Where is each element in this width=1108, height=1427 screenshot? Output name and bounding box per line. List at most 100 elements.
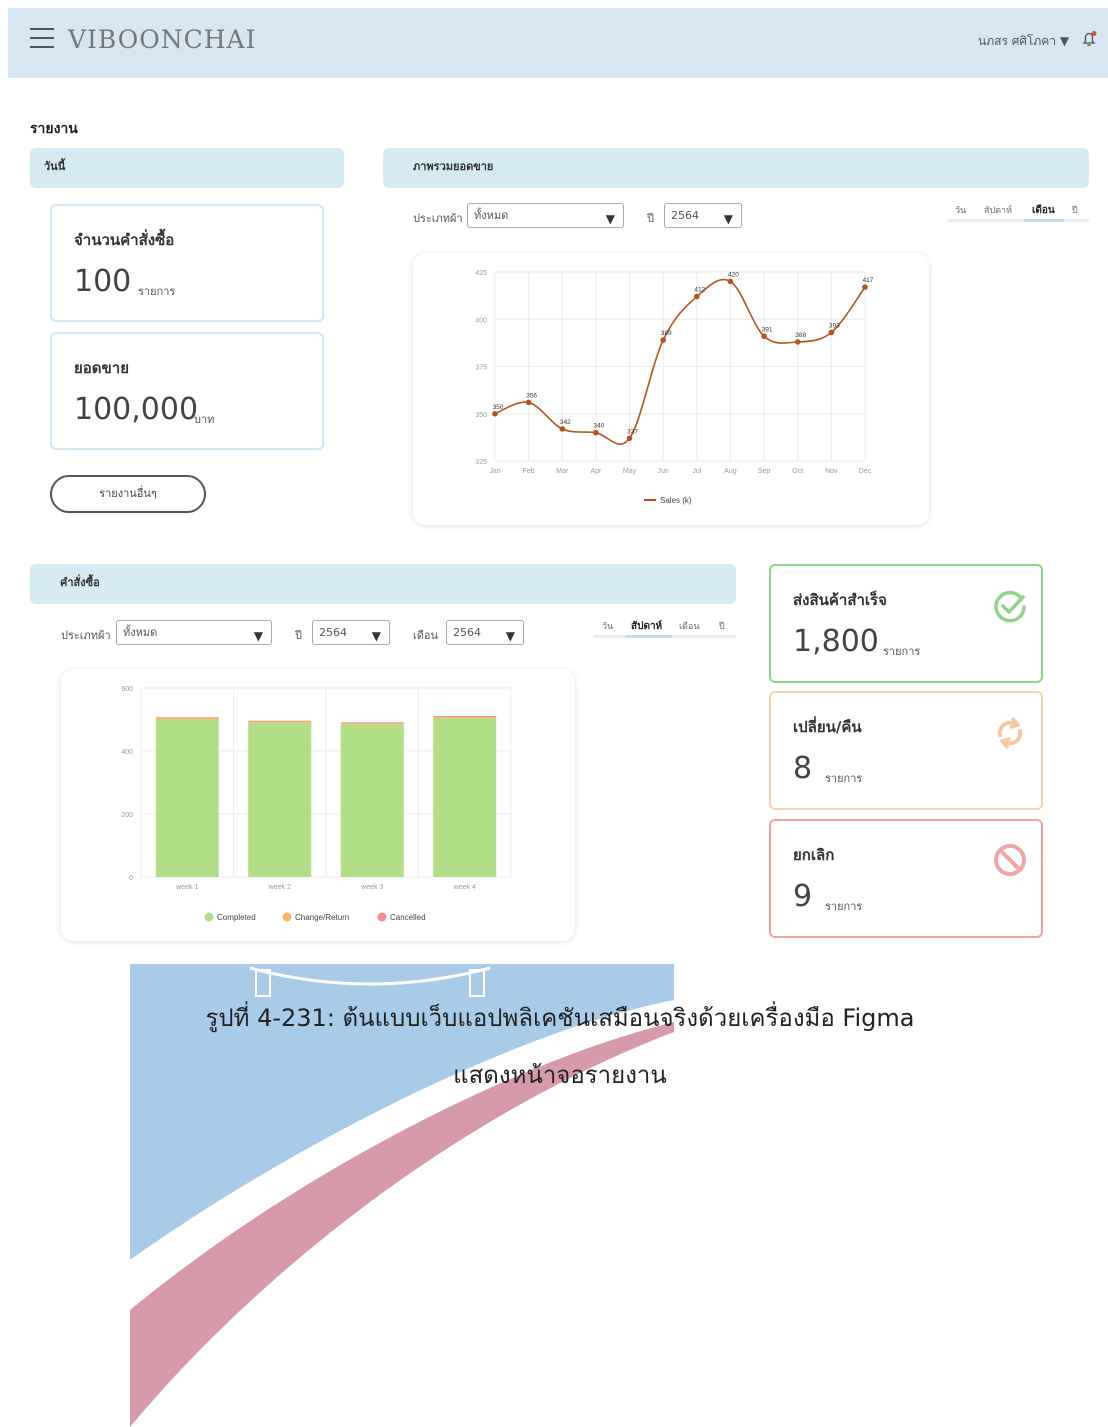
x-tick-label: week 2 [268,884,291,891]
orders-month-value: 2564 [453,626,481,639]
cancel-unit: รายการ [825,900,863,913]
y-tick-label: 375 [475,365,487,372]
sales-period-day[interactable]: วัน [955,203,966,217]
y-tick-label: 600 [121,686,133,693]
sales-period-year[interactable]: ปี [1072,203,1078,217]
sales-category-label: ประเภทผ้า [413,212,463,225]
sales-data-point [862,284,868,290]
bar-segment [340,724,404,877]
return-value: 8 [793,751,813,786]
x-tick-label: Jul [692,468,701,475]
bar-segment [155,718,219,720]
data-label: 420 [728,271,739,278]
x-tick-label: week 4 [453,884,476,891]
sales-data-point [593,429,599,436]
sales-amount-label: ยอดขาย [74,359,130,377]
delivered-status-card: ส่งสินค้าสำเร็จ 1,800 รายการ [769,564,1043,683]
legend-swatch [204,912,214,922]
sales-data-point [660,337,666,343]
return-label: เปลี่ยน/คืน [793,718,862,736]
sales-data-point [727,278,734,285]
sales-category-value: ทั้งหมด [474,209,509,222]
orders-count-card: จำนวนคำสั่งซื้อ 100 รายการ [50,204,324,322]
other-reports-button[interactable]: รายงานอื่นๆ [50,475,206,513]
data-label: 412 [694,287,705,294]
bar-segment [433,717,497,877]
orders-period-month[interactable]: เดือน [679,619,699,633]
dropdown-arrow-icon: ▼ [253,629,263,643]
hamburger-menu-icon[interactable] [30,28,54,48]
sales-series-line [494,278,866,445]
orders-period-week[interactable]: สัปดาห์ [631,619,662,634]
check-circle-icon [994,590,1026,623]
sales-data-point [794,339,801,345]
x-tick-label: Feb [523,468,535,475]
data-label: 356 [526,392,537,399]
bell-icon[interactable] [1080,30,1098,48]
x-tick-label: Aug [724,468,737,475]
cancel-label: ยกเลิก [793,846,835,864]
data-label: 389 [661,330,672,337]
sales-period-month[interactable]: เดือน [1032,203,1055,218]
sales-data-point [525,399,532,406]
sales-period-week[interactable]: สัปดาห์ [984,203,1012,217]
figure-caption-line1: รูปที่ 4-231: ต้นแบบเว็บแอปพลิเคชันเสมือ… [205,1004,915,1032]
orders-year-select[interactable]: 2564 ▼ [312,620,390,645]
dropdown-arrow-icon: ▼ [505,629,515,643]
ban-icon [994,844,1026,876]
sales-data-point [559,426,566,432]
sales-amount-card: ยอดขาย 100,000 บาท [50,332,324,450]
x-tick-label: week 1 [175,884,198,891]
y-tick-label: 0 [129,875,133,882]
sales-line-chart: 325 350 375 400 425 Jan Feb Mar Apr May Jun Jul Aug S… [475,270,873,505]
x-tick-label: Sep [758,468,771,475]
delivered-value: 1,800 [793,624,879,659]
y-tick-label: 350 [475,412,487,419]
delivered-unit: รายการ [883,645,921,658]
orders-period-year[interactable]: ปี [719,619,725,633]
sales-data-point [626,435,633,442]
sales-data-point [761,333,767,340]
sales-amount-unit: บาท [194,413,215,426]
legend-swatch [282,912,292,922]
data-label: 393 [829,322,840,329]
sales-data-point [828,329,835,336]
sales-data-point [492,410,498,417]
bar-segment [433,716,497,717]
bar-segment [155,717,219,719]
sales-amount-value: 100,000 [74,392,199,427]
return-unit: รายการ [825,772,863,785]
orders-month-label: เดือน [413,629,439,642]
cancel-status-card: ยกเลิก 9 รายการ [769,819,1043,938]
x-tick-label: Oct [792,468,803,475]
orders-count-value: 100 [74,264,132,299]
y-tick-label: 325 [475,459,487,466]
cancel-value: 9 [793,879,813,914]
legend-label: Sales (k) [660,496,692,505]
page-title: รายงาน [30,121,78,137]
sales-data-point [694,293,700,300]
y-tick-label: 200 [121,812,133,819]
bar-segment [340,722,404,724]
orders-category-select[interactable]: ทั้งหมด ▼ [116,620,272,645]
bar-segment [433,716,497,718]
sales-year-select[interactable]: 2564 ▼ [664,203,742,228]
user-menu[interactable]: นภสร ศศิโภคา ▼ [978,32,1069,51]
delivered-label: ส่งสินค้าสำเร็จ [793,591,887,609]
sales-period-indicator [1024,219,1064,222]
sales-category-select[interactable]: ทั้งหมด ▼ [467,203,624,228]
y-tick-label: 400 [121,749,133,756]
orders-month-select[interactable]: 2564 ▼ [446,620,524,645]
orders-period-day[interactable]: วัน [602,619,613,633]
sales-period-track [948,219,1089,222]
refresh-icon [997,717,1023,749]
x-tick-label: week 3 [360,884,383,891]
x-tick-label: Jan [489,468,500,475]
x-tick-label: Jun [658,468,669,475]
orders-count-unit: รายการ [138,285,176,298]
orders-panel-header: คำสั่งซื้อ [30,564,736,604]
y-tick-label: 425 [475,270,487,277]
legend-label: Cancelled [390,913,426,922]
brand-logo[interactable]: VIBOONCHAI [68,25,257,54]
bar-segment [340,723,404,725]
